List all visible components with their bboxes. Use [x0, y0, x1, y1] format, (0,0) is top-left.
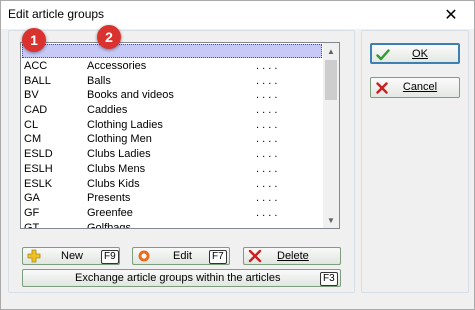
title-bar: Edit article groups ✕ — [1, 1, 474, 29]
list-item[interactable]: BALL Balls . . . . — [21, 74, 323, 89]
new-shortcut-key: F9 — [101, 250, 119, 264]
list-item[interactable]: BV Books and videos . . . . — [21, 88, 323, 103]
article-group-code: BALL — [24, 74, 51, 87]
delete-button-label: Delete — [277, 250, 309, 262]
article-group-code: GT — [24, 221, 40, 229]
article-group-name: Accessories — [87, 60, 147, 72]
row-dots: . . . . — [256, 104, 278, 117]
article-group-code: CAD — [24, 104, 48, 117]
row-dots: . . . . — [256, 60, 278, 72]
article-group-code: ESLD — [24, 148, 53, 161]
article-groups-list[interactable]: ACC Accessories. . . . BALL Balls. . . . BV B… — [20, 42, 340, 229]
article-group-name: Presents — [87, 192, 131, 205]
row-dots: . . . . — [256, 148, 278, 161]
row-dots: . . . . — [256, 177, 278, 190]
article-group-code: CL — [24, 118, 39, 131]
article-group-code: ESLH — [24, 162, 53, 175]
actions-panel — [361, 30, 469, 293]
list-item[interactable]: ESLH Clubs Mens . . . . — [21, 162, 323, 177]
exchange-article-groups-button[interactable]: Exchange article groups within the artic… — [22, 269, 341, 287]
exchange-shortcut-key: F3 — [320, 272, 338, 286]
article-group-code: ESLK — [24, 177, 53, 190]
vertical-scrollbar[interactable]: ▲ ▼ — [323, 43, 339, 228]
article-group-name: Clubs Mens — [87, 162, 146, 175]
row-dots: . . . . — [256, 74, 278, 87]
badge-1: 1 — [22, 28, 46, 52]
list-item[interactable]: ESLK Clubs Kids . . . . — [21, 177, 323, 192]
new-button[interactable]: New F9 — [22, 247, 120, 265]
scroll-down-arrow-icon[interactable]: ▼ — [323, 212, 339, 228]
article-group-name: Clothing Men — [87, 133, 152, 146]
edit-ring-icon — [138, 250, 150, 262]
badge-2: 2 — [97, 25, 121, 49]
article-group-code: CM — [24, 133, 42, 146]
article-group-name: Clothing Ladies — [87, 118, 163, 131]
article-group-name: Clubs Ladies — [87, 148, 151, 161]
article-group-name: Greenfee — [87, 206, 133, 219]
row-dots: . . . . — [256, 133, 278, 146]
article-group-code: GA — [24, 192, 40, 205]
exchange-button-label: Exchange article groups within the artic… — [75, 272, 281, 284]
ok-button-label: OK — [412, 48, 428, 60]
edit-shortcut-key: F7 — [209, 250, 227, 264]
window-title: Edit article groups — [8, 7, 105, 21]
row-dots: . . . . — [256, 89, 278, 102]
row-dots: . . . . — [256, 118, 278, 131]
row-dots: . . . . — [256, 221, 278, 229]
ok-button[interactable]: OK — [370, 43, 460, 64]
article-group-code: BV — [24, 89, 39, 102]
article-group-code: ACC — [24, 60, 48, 72]
delete-x-icon — [248, 249, 262, 263]
scroll-up-arrow-icon[interactable]: ▲ — [323, 43, 339, 59]
row-dots: . . . . — [256, 206, 278, 219]
list-rows: ACC Accessories. . . . BALL Balls. . . . BV B… — [21, 59, 323, 229]
article-group-name: Balls — [87, 74, 111, 87]
list-item[interactable]: GF Greenfee . . . . — [21, 206, 323, 221]
close-button[interactable]: ✕ — [428, 1, 474, 29]
list-item[interactable]: ESLD Clubs Ladies . . . . — [21, 147, 323, 162]
article-group-name: Clubs Kids — [87, 177, 140, 190]
list-item[interactable]: GT Golfbags . . . . — [21, 221, 323, 229]
new-button-label: New — [61, 250, 84, 262]
scroll-thumb[interactable] — [325, 60, 337, 100]
list-item[interactable]: CAD Caddies . . . . — [21, 103, 323, 118]
edit-button[interactable]: Edit F7 — [132, 247, 230, 265]
edit-button-label: Edit — [173, 250, 192, 262]
list-item[interactable]: CM Clothing Men . . . . — [21, 132, 323, 147]
row-dots: . . . . — [256, 192, 278, 205]
article-group-name: Books and videos — [87, 89, 174, 102]
cancel-button-label: Cancel — [402, 81, 438, 93]
article-group-name: Caddies — [87, 104, 128, 117]
delete-button[interactable]: Delete — [243, 247, 341, 265]
selected-empty-row[interactable] — [22, 44, 322, 58]
cancel-button[interactable]: Cancel — [370, 77, 460, 98]
list-item[interactable]: CL Clothing Ladies . . . . — [21, 118, 323, 133]
list-item[interactable]: GA Presents . . . . — [21, 191, 323, 206]
article-group-name: Golfbags — [87, 221, 132, 229]
row-dots: . . . . — [256, 162, 278, 175]
article-group-code: GF — [24, 206, 40, 219]
list-item[interactable]: ACC Accessories . . . . — [21, 59, 323, 74]
plus-icon — [27, 249, 41, 263]
